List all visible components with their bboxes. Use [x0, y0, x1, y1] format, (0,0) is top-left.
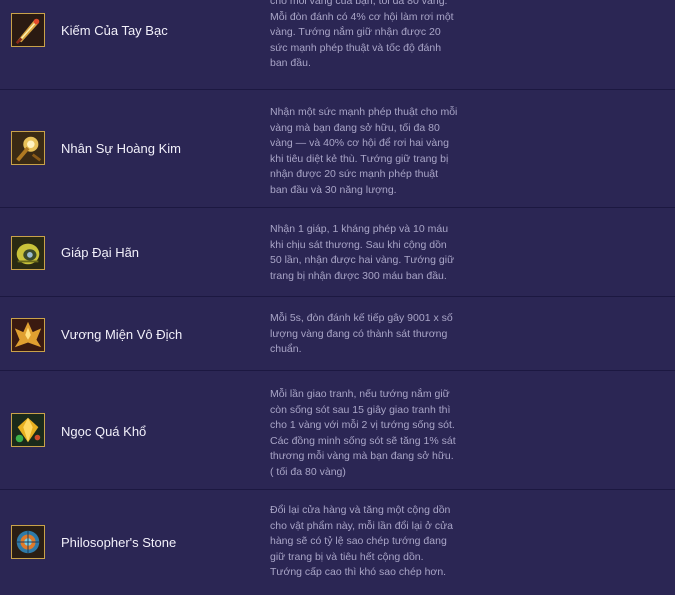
helmet-icon [11, 236, 45, 270]
silver-blade-icon [11, 13, 45, 47]
list-item: Vương Miện Vô Địch Mỗi 5s, đòn đánh kế t… [0, 297, 675, 371]
item-description: Nhận một sức mạnh phép thuật cho mỗi vàn… [270, 106, 458, 196]
item-name: Nhân Sự Hoàng Kim [61, 141, 181, 156]
philosopher-stone-icon [11, 525, 45, 559]
list-item: Kiếm Của Tay Bạc cho mỗi vàng của bạn, t… [0, 0, 675, 90]
item-description: Mỗi lần giao tranh, nếu tướng nắm giữ cò… [270, 388, 456, 478]
item-name: Giáp Đại Hãn [61, 245, 140, 260]
list-item: Philosopher's Stone Đổi lại cửa hàng và … [0, 490, 675, 595]
crown-icon [11, 318, 45, 352]
gem-icon [11, 413, 45, 447]
item-name: Kiếm Của Tay Bạc [61, 23, 168, 38]
item-description: Đổi lại cửa hàng và tăng một cộng dồn ch… [270, 504, 453, 579]
item-name: Philosopher's Stone [61, 535, 177, 550]
list-item: Ngọc Quá Khổ Mỗi lần giao tranh, nếu tướ… [0, 371, 675, 490]
golden-staff-icon [11, 131, 45, 165]
item-description: cho mỗi vàng của bạn, tối đa 80 vàng. Mỗ… [270, 0, 454, 70]
item-description: Mỗi 5s, đòn đánh kế tiếp gây 9001 x số l… [270, 312, 453, 356]
item-description: Nhận 1 giáp, 1 kháng phép và 10 máu khi … [270, 223, 455, 282]
item-name: Vương Miện Vô Địch [61, 327, 183, 342]
item-name: Ngọc Quá Khổ [61, 424, 147, 439]
list-item: Nhân Sự Hoàng Kim Nhận một sức mạnh phép… [0, 90, 675, 208]
list-item: Giáp Đại Hãn Nhận 1 giáp, 1 kháng phép v… [0, 208, 675, 297]
item-list: Kiếm Của Tay Bạc cho mỗi vàng của bạn, t… [0, 0, 675, 595]
